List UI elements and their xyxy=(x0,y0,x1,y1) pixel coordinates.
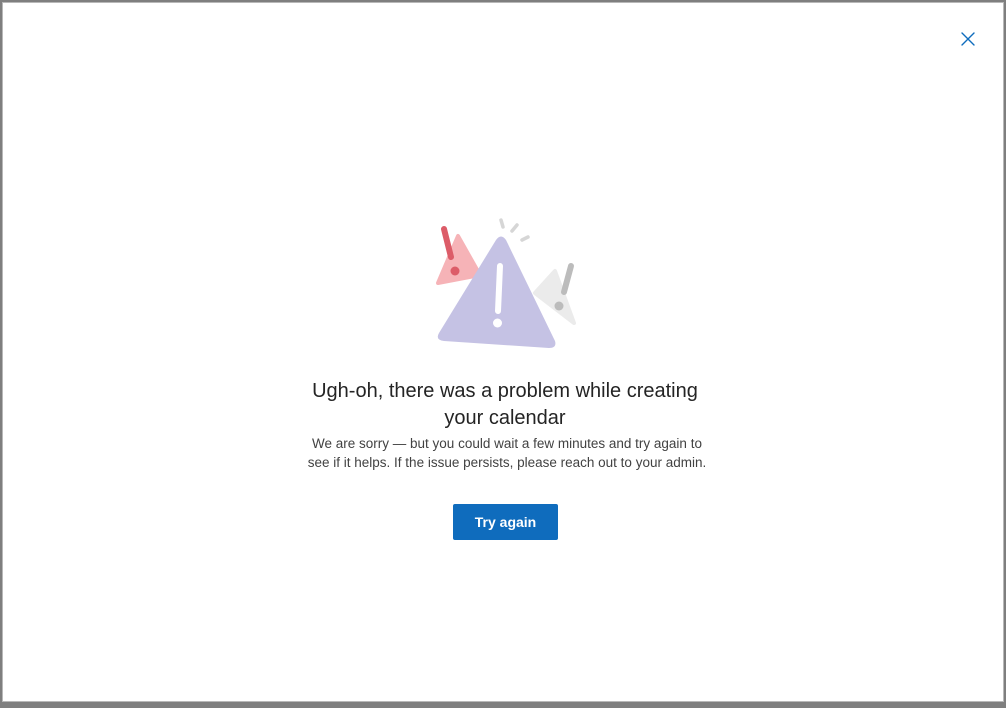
sparkle-lines xyxy=(499,218,530,242)
error-dialog: Ugh-oh, there was a problem while creati… xyxy=(2,2,1004,702)
close-icon xyxy=(961,32,975,46)
left-warning-triangle xyxy=(436,226,482,285)
error-title: Ugh-oh, there was a problem while creati… xyxy=(312,380,698,429)
try-again-button[interactable]: Try again xyxy=(453,504,558,540)
error-message: We are sorry — but you could wait a few … xyxy=(307,436,707,470)
warning-triangles-icon xyxy=(436,218,576,348)
close-button[interactable] xyxy=(956,27,980,51)
